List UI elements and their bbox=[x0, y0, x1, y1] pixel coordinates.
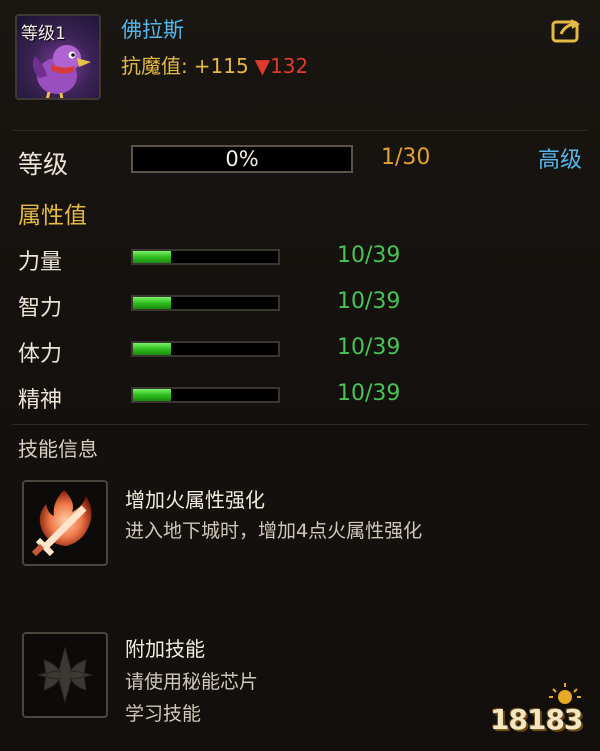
level-count: 1/30 bbox=[381, 145, 431, 170]
level-label: 等级 bbox=[18, 150, 69, 179]
stat-value: 10/39 bbox=[337, 381, 401, 406]
pet-name: 佛拉斯 bbox=[121, 18, 184, 42]
emblem-icon bbox=[37, 646, 93, 704]
stat-bar bbox=[131, 387, 280, 403]
pet-info-panel: 等级1 佛拉斯 抗魔值:+115▼132 等级 0% 1/30 高级 属性值 bbox=[0, 0, 600, 751]
stat-value: 10/39 bbox=[337, 243, 401, 268]
bird-avatar-icon bbox=[32, 45, 91, 98]
stat-value: 10/39 bbox=[337, 335, 401, 360]
level-progress-text: 0% bbox=[225, 147, 259, 171]
skill-description: 进入地下城时，增加4点火属性强化 bbox=[125, 520, 423, 542]
level-progress-bar: 0% bbox=[131, 145, 353, 173]
attributes-header: 属性值 bbox=[18, 203, 87, 229]
stat-bar bbox=[131, 249, 280, 265]
pet-avatar[interactable]: 等级1 bbox=[15, 14, 101, 100]
stat-bar bbox=[131, 295, 280, 311]
stat-row-strength: 力量 10/39 bbox=[0, 243, 600, 275]
site-watermark: 18183 bbox=[490, 683, 590, 743]
skill-title: 增加火属性强化 bbox=[125, 488, 265, 512]
stat-bar-fill bbox=[133, 343, 171, 355]
skill-slot-extra[interactable] bbox=[22, 632, 108, 718]
share-button[interactable] bbox=[551, 16, 583, 44]
stat-name: 体力 bbox=[18, 342, 63, 367]
stat-name: 力量 bbox=[18, 250, 63, 275]
stat-row-intelligence: 智力 10/39 bbox=[0, 289, 600, 321]
share-icon bbox=[551, 19, 580, 43]
down-arrow-icon: ▼ bbox=[254, 54, 271, 78]
stat-bar-fill bbox=[133, 251, 171, 263]
stat-name: 智力 bbox=[18, 296, 63, 321]
divider bbox=[12, 130, 588, 131]
advanced-button[interactable]: 高级 bbox=[538, 142, 582, 174]
stat-value: 10/39 bbox=[337, 289, 401, 314]
resist-stat: 抗魔值: +115 ▼132 bbox=[121, 50, 308, 79]
skill-description: 学习技能 bbox=[125, 703, 202, 725]
stat-row-spirit: 精神 10/39 bbox=[0, 381, 600, 413]
stat-bar-fill bbox=[133, 297, 171, 309]
divider bbox=[12, 424, 588, 425]
stat-bar-fill bbox=[133, 389, 171, 401]
resist-value: +115 bbox=[193, 54, 249, 78]
resist-label: 抗魔值: bbox=[121, 54, 188, 78]
stat-row-vitality: 体力 10/39 bbox=[0, 335, 600, 367]
stat-name: 精神 bbox=[18, 388, 63, 413]
resist-down-value: 132 bbox=[270, 54, 309, 78]
watermark-text: 18183 bbox=[490, 703, 583, 736]
skills-header: 技能信息 bbox=[18, 437, 98, 461]
skill-title: 附加技能 bbox=[125, 637, 205, 661]
skill-description: 请使用秘能芯片 bbox=[125, 671, 259, 693]
skill-slot-fire[interactable] bbox=[22, 480, 108, 566]
stat-bar bbox=[131, 341, 280, 357]
fire-sword-icon bbox=[31, 490, 92, 557]
